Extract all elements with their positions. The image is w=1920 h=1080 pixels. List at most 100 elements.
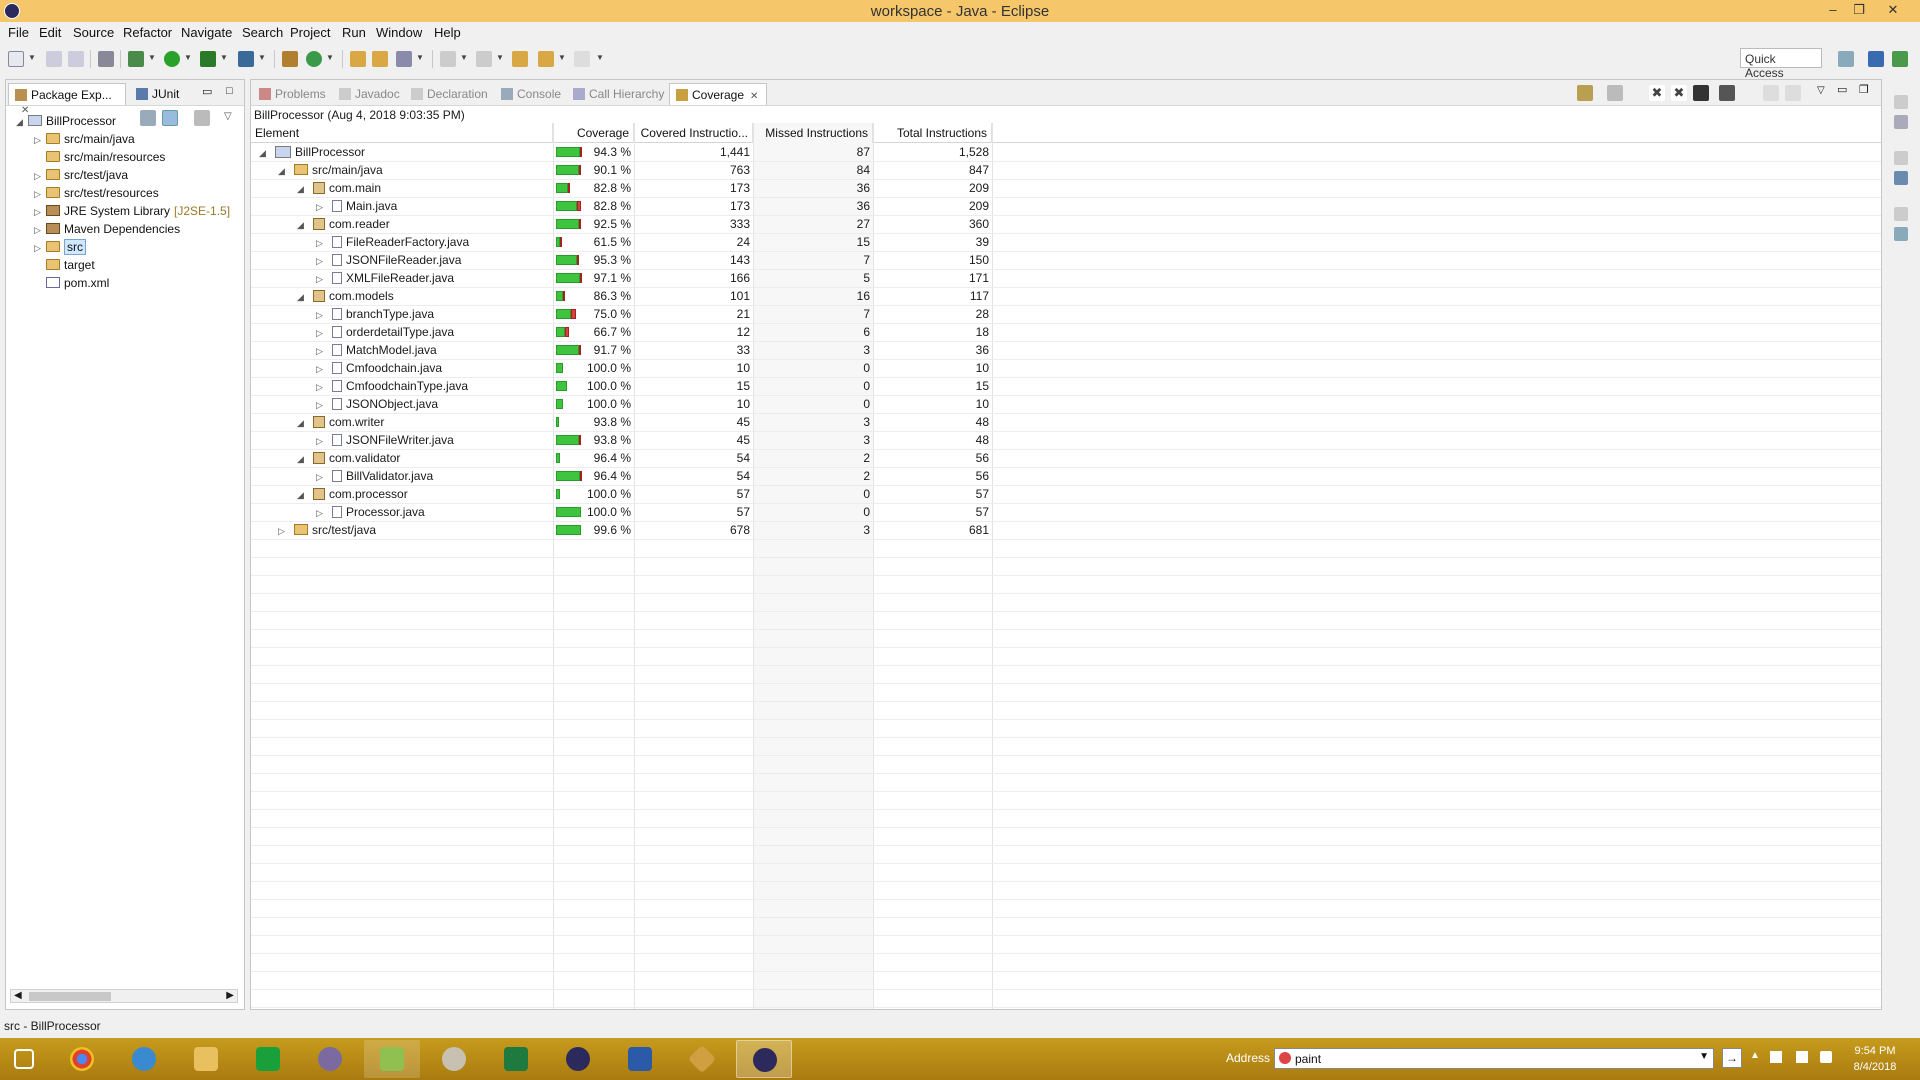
- view-menu-icon[interactable]: ▽: [224, 111, 232, 122]
- tree-toggle-icon[interactable]: ▷: [34, 225, 46, 236]
- tree-toggle-icon[interactable]: ▷: [316, 400, 332, 411]
- dump-execution-data-icon[interactable]: [1607, 85, 1623, 101]
- table-row[interactable]: ◢ com.processor 100.0 % 57 0 57: [251, 485, 1061, 503]
- tree-toggle-icon[interactable]: ◢: [297, 454, 313, 465]
- relaunch-icon[interactable]: [1577, 85, 1593, 101]
- scroll-left-icon[interactable]: ◀: [14, 990, 22, 1001]
- show-hidden-icons-icon[interactable]: ▲: [1750, 1050, 1760, 1061]
- taskbar-word[interactable]: [612, 1040, 668, 1078]
- taskbar-eclipse-1[interactable]: [550, 1040, 606, 1078]
- table-row[interactable]: ▷ Processor.java 100.0 % 57 0 57: [251, 503, 1061, 521]
- tree-toggle-icon[interactable]: ▷: [316, 310, 332, 321]
- table-row[interactable]: ▷ FileReaderFactory.java 61.5 % 24 15 39: [251, 233, 1061, 251]
- table-row[interactable]: ▷ branchType.java 75.0 % 21 7 28: [251, 305, 1061, 323]
- save-all-icon[interactable]: [68, 51, 84, 67]
- taskbar-app-c[interactable]: [302, 1040, 358, 1078]
- menu-run[interactable]: Run: [342, 25, 366, 40]
- previous-annotation-icon[interactable]: [476, 51, 492, 67]
- restore-button[interactable]: ❐: [1846, 1, 1872, 19]
- tree-toggle-icon[interactable]: ▷: [316, 202, 332, 213]
- tree-item[interactable]: pom.xml: [34, 276, 109, 294]
- menu-navigate[interactable]: Navigate: [181, 25, 232, 40]
- quick-access-field[interactable]: Quick Access: [1740, 48, 1822, 80]
- save-icon[interactable]: [46, 51, 62, 67]
- focus-icon[interactable]: [194, 110, 210, 126]
- table-row[interactable]: ▷ JSONFileWriter.java 93.8 % 45 3 48: [251, 431, 1061, 449]
- tree-toggle-icon[interactable]: ◢: [297, 292, 313, 303]
- merge-sessions-icon[interactable]: [1693, 85, 1709, 101]
- taskbar-internet-explorer[interactable]: [116, 1040, 172, 1078]
- tree-toggle-icon[interactable]: ▷: [316, 472, 332, 483]
- table-row[interactable]: ▷ BillValidator.java 96.4 % 54 2 56: [251, 467, 1061, 485]
- debug-perspective-icon[interactable]: [1892, 51, 1908, 67]
- remove-session-icon[interactable]: ✖: [1649, 85, 1665, 101]
- table-row[interactable]: ▷ orderdetailType.java 66.7 % 12 6 18: [251, 323, 1061, 341]
- menu-source[interactable]: Source: [73, 25, 114, 40]
- table-row[interactable]: ▷ JSONFileReader.java 95.3 % 143 7 150: [251, 251, 1061, 269]
- tree-toggle-icon[interactable]: ▷: [316, 238, 332, 249]
- menu-file[interactable]: File: [8, 25, 29, 40]
- tree-toggle-icon[interactable]: ◢: [297, 184, 313, 195]
- table-row[interactable]: ▷ Cmfoodchain.java 100.0 % 10 0 10: [251, 359, 1061, 377]
- tree-toggle-icon[interactable]: ▷: [34, 171, 46, 182]
- restore-icon[interactable]: [1894, 151, 1908, 165]
- taskbar-excel[interactable]: [488, 1040, 544, 1078]
- menu-help[interactable]: Help: [434, 25, 461, 40]
- open-task-icon[interactable]: [372, 51, 388, 67]
- tab-console[interactable]: Console: [495, 83, 567, 105]
- table-row[interactable]: ◢ com.writer 93.8 % 45 3 48: [251, 413, 1061, 431]
- tree-item[interactable]: ◢ BillProcessor: [16, 114, 116, 132]
- taskbar-paint[interactable]: [426, 1040, 482, 1078]
- tree-toggle-icon[interactable]: ▷: [316, 256, 332, 267]
- tree-item[interactable]: target: [34, 258, 95, 276]
- new-java-package-icon[interactable]: [282, 51, 298, 67]
- horizontal-scrollbar[interactable]: ◀ ▶: [10, 989, 238, 1003]
- menu-refactor[interactable]: Refactor: [123, 25, 172, 40]
- column-total-instructions[interactable]: Total Instructions: [873, 123, 992, 143]
- outline-icon[interactable]: [1894, 115, 1908, 129]
- table-row[interactable]: ◢ BillProcessor 94.3 % 1,441 87 1,528: [251, 143, 1061, 161]
- tree-item[interactable]: ▷ src/test/resources: [34, 186, 159, 204]
- scrollbar-thumb[interactable]: [29, 992, 111, 1001]
- tree-toggle-icon[interactable]: ◢: [297, 220, 313, 231]
- tree-toggle-icon[interactable]: ▷: [278, 526, 294, 537]
- tree-toggle-icon[interactable]: ▷: [34, 207, 46, 218]
- external-tools-icon[interactable]: [238, 51, 254, 67]
- java-perspective-icon[interactable]: [1868, 51, 1884, 67]
- close-button[interactable]: ✕: [1880, 1, 1906, 19]
- open-type-icon[interactable]: [350, 51, 366, 67]
- open-perspective-icon[interactable]: [1838, 51, 1854, 67]
- tab-call-hierarchy[interactable]: Call Hierarchy: [567, 83, 670, 105]
- minimize-icon[interactable]: ▭: [202, 85, 212, 98]
- start-button[interactable]: [0, 1040, 56, 1078]
- tree-toggle-icon[interactable]: ▷: [34, 135, 46, 146]
- system-clock[interactable]: 9:54 PM 8/4/2018: [1838, 1043, 1912, 1075]
- column-coverage[interactable]: Coverage: [553, 123, 634, 143]
- column-element[interactable]: Element: [251, 123, 553, 143]
- hierarchy-icon[interactable]: [1894, 171, 1908, 185]
- tree-item[interactable]: ▷ src/test/java: [34, 168, 128, 186]
- taskbar-notepad[interactable]: [364, 1040, 420, 1078]
- action-center-flag-icon[interactable]: [1770, 1051, 1782, 1063]
- tree-toggle-icon[interactable]: ◢: [16, 117, 28, 128]
- table-row[interactable]: ◢ com.models 86.3 % 101 16 117: [251, 287, 1061, 305]
- tree-toggle-icon[interactable]: ◢: [297, 418, 313, 429]
- tab-package-explorer[interactable]: Package Exp... ✕: [8, 83, 126, 116]
- tree-toggle-icon[interactable]: ▷: [316, 382, 332, 393]
- network-icon[interactable]: [1796, 1051, 1808, 1063]
- table-row[interactable]: ▷ MatchModel.java 91.7 % 33 3 36: [251, 341, 1061, 359]
- tree-toggle-icon[interactable]: ◢: [259, 148, 275, 159]
- table-row[interactable]: ◢ com.main 82.8 % 173 36 209: [251, 179, 1061, 197]
- table-row[interactable]: ◢ com.reader 92.5 % 333 27 360: [251, 215, 1061, 233]
- menu-window[interactable]: Window: [376, 25, 422, 40]
- skip-breakpoints-icon[interactable]: [98, 51, 114, 67]
- go-arrow-icon[interactable]: →: [1722, 1048, 1742, 1068]
- last-edit-location-icon[interactable]: [512, 51, 528, 67]
- collapse-all-icon[interactable]: [1763, 85, 1779, 101]
- taskbar-chrome[interactable]: [54, 1040, 110, 1078]
- taskbar-store[interactable]: [240, 1040, 296, 1078]
- tab-declaration[interactable]: Declaration: [405, 83, 494, 105]
- tab-coverage[interactable]: Coverage ✕: [669, 83, 767, 105]
- table-row[interactable]: ▷ src/test/java 99.6 % 678 3 681: [251, 521, 1061, 539]
- column-missed-instructions[interactable]: Missed Instructions: [753, 123, 873, 143]
